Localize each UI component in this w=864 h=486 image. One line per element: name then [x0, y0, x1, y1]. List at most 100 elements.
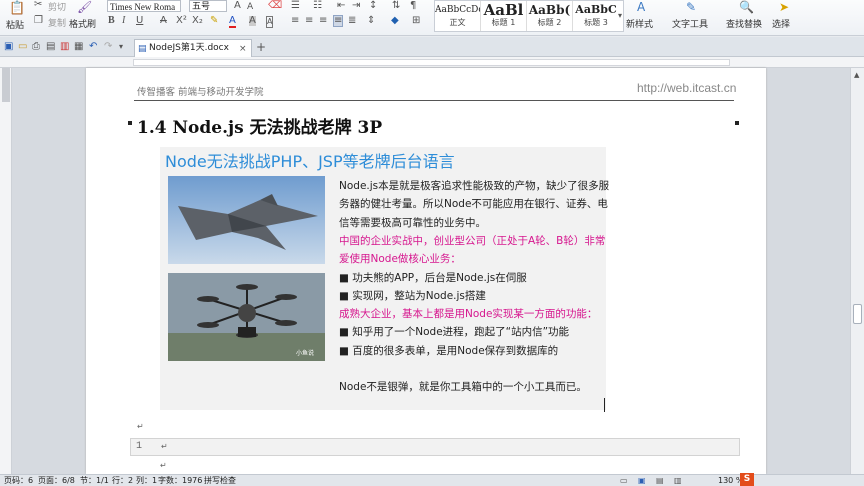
print-preview-icon[interactable]: ▤	[46, 42, 55, 52]
style-normal-label: 正文	[449, 18, 466, 27]
status-spell-check[interactable]: 拼写检查	[204, 475, 236, 486]
open-icon[interactable]: ▭	[18, 42, 27, 52]
scroll-up-icon[interactable]: ▲	[854, 70, 859, 80]
numbered-list-icon[interactable]: ☷	[313, 1, 322, 11]
page-view-icon[interactable]: ▣	[638, 476, 646, 486]
status-page-number[interactable]: 页码：6	[4, 475, 33, 486]
style-heading-3[interactable]: AaBbC 标题 3	[573, 1, 619, 31]
heading-marker	[735, 121, 739, 125]
align-left-icon[interactable]: ≡	[291, 16, 299, 26]
paragraph-mark-2: ↵	[160, 461, 167, 470]
outline-view-icon[interactable]: ▥	[674, 476, 682, 486]
cut-label: 剪切	[48, 3, 67, 13]
sogou-input-icon[interactable]: S	[740, 473, 754, 486]
find-replace-label: 查找替换	[726, 20, 763, 30]
new-style-icon: A	[637, 0, 646, 14]
char-shading-icon[interactable]: A	[249, 16, 256, 26]
align-center-icon[interactable]: ≡	[305, 16, 313, 26]
tab-document-title: NodeJS第1天.docx	[149, 43, 229, 53]
vertical-scrollbar[interactable]: ▲	[850, 68, 864, 474]
code-line-number: 1	[136, 441, 143, 452]
new-style-label: 新样式	[626, 20, 654, 30]
strikethrough-icon[interactable]: A	[160, 16, 167, 26]
bullet-list-icon[interactable]: ☰	[291, 1, 300, 11]
slide-line: Node.js本是就是极客追求性能极致的产物，缺少了很多服	[339, 180, 610, 192]
slide-line: ■ 功夫熊的APP，后台是Node.js在伺服	[339, 271, 527, 284]
line-spacing-icon[interactable]: ↕	[369, 1, 377, 11]
vertical-ruler[interactable]	[0, 68, 12, 486]
style-heading-1[interactable]: AaBl 标题 1	[481, 1, 527, 31]
print-icon[interactable]: ⎙	[32, 42, 40, 52]
code-block[interactable]: 1 ↵	[130, 438, 740, 456]
clear-format-icon[interactable]: ⌫	[268, 1, 282, 11]
format-painter-button[interactable]: 🖌 格式刷	[68, 0, 98, 34]
scroll-thumb[interactable]	[853, 304, 862, 324]
web-view-icon[interactable]: ▤	[656, 476, 664, 486]
header-left-text: 传智播客 前端与移动开发学院	[137, 87, 264, 98]
subscript-icon[interactable]: X₂	[192, 16, 203, 26]
paste-button[interactable]: 📋 粘贴	[2, 0, 30, 34]
highlight-icon[interactable]: ✎	[210, 16, 218, 26]
font-color-icon[interactable]: A	[229, 16, 236, 28]
style-normal[interactable]: AaBbCcDd 正文	[435, 1, 481, 31]
grow-font-icon[interactable]: A	[234, 1, 241, 11]
superscript-icon[interactable]: X²	[176, 16, 187, 26]
style-heading-3-label: 标题 3	[584, 18, 608, 27]
justify-icon[interactable]: ≡	[333, 15, 344, 27]
char-border-icon[interactable]: A	[266, 16, 274, 28]
close-tab-icon[interactable]: ×	[239, 44, 247, 54]
undo-icon[interactable]: ↶	[89, 42, 97, 52]
align-right-icon[interactable]: ≡	[319, 16, 327, 26]
cut-button[interactable]: ✂ 剪切	[34, 0, 70, 13]
shading-fill-icon[interactable]: ◆	[391, 16, 399, 26]
export-pdf-icon[interactable]: ▥	[60, 42, 69, 52]
save-icon[interactable]: ▣	[4, 42, 13, 52]
paste-label: 粘贴	[6, 21, 25, 31]
paste-icon: 📋	[9, 1, 26, 16]
tab-document[interactable]: ▤ NodeJS第1天.docx ×	[134, 39, 252, 57]
underline-icon[interactable]: U	[136, 16, 143, 26]
find-replace-button[interactable]: 🔍 查找替换	[724, 0, 768, 34]
slide-line: ■ 百度的很多表单，是用Node保存到数据库的	[339, 344, 559, 357]
status-bar: 页码：6 页面：6/8 节：1/1 行：2 列：1 字数：1976 拼写检查 ▭…	[0, 473, 864, 486]
select-label: 选择	[772, 20, 791, 30]
text-tools-button[interactable]: ✎ 文字工具	[670, 0, 714, 34]
sort-icon[interactable]: ⇅	[392, 1, 400, 11]
style-heading-3-sample: AaBbC	[575, 3, 617, 16]
reading-view-icon[interactable]: ▭	[620, 476, 628, 486]
style-heading-2-sample: AaBb(	[528, 3, 571, 17]
cursor-mark	[604, 398, 605, 412]
redo-icon[interactable]: ↷	[104, 42, 112, 52]
show-marks-icon[interactable]: ¶	[410, 1, 416, 11]
header-right-text: http://web.itcast.cn	[637, 81, 737, 95]
paragraph-spacing-icon[interactable]: ⇕	[367, 16, 375, 26]
status-pages[interactable]: 页面：6/8	[38, 475, 75, 486]
bold-icon[interactable]: B	[108, 16, 115, 26]
increase-indent-icon[interactable]: ⇥	[352, 1, 360, 11]
shrink-font-icon[interactable]: A	[247, 2, 253, 12]
italic-icon[interactable]: I	[122, 16, 125, 26]
slide-line: 爱使用Node做核心业务：	[339, 253, 461, 266]
font-name-select[interactable]: Times New Roma	[107, 0, 181, 12]
text-tools-icon: ✎	[686, 0, 697, 14]
status-column: 列：1	[136, 476, 158, 485]
select-button[interactable]: ➤ 选择	[770, 0, 798, 34]
style-heading-2[interactable]: AaBb( 标题 2	[527, 1, 573, 31]
document-tab-bar: ▣ ▭ ⎙ ▤ ▥ ▦ ↶ ↷ ▾ ▤ NodeJS第1天.docx × +	[0, 37, 864, 57]
slide-line: 中国的企业实战中，创业型公司（正处于A轮、B轮）非常	[339, 234, 606, 247]
font-size-select[interactable]: 五号	[189, 0, 227, 12]
copy-button[interactable]: ❐ 复制	[34, 15, 70, 30]
borders-icon[interactable]: ⊞	[412, 16, 420, 26]
horizontal-ruler[interactable]	[0, 57, 864, 68]
distribute-icon[interactable]: ≣	[348, 16, 356, 26]
customize-qat-icon[interactable]: ▾	[119, 42, 123, 52]
paragraph-mark: ↵	[137, 422, 144, 431]
status-word-count[interactable]: 字数：1976	[158, 475, 202, 486]
new-style-button[interactable]: A 新样式	[626, 0, 660, 34]
gallery-more-icon[interactable]: ▾	[618, 11, 622, 21]
magnifier-icon: 🔍	[739, 0, 754, 14]
decrease-indent-icon[interactable]: ⇤	[337, 1, 345, 11]
paste-small-icon[interactable]: ▦	[74, 42, 83, 52]
style-gallery: AaBbCcDd 正文 AaBl 标题 1 AaBb( 标题 2 AaBbC 标…	[434, 0, 624, 32]
new-tab-icon[interactable]: +	[256, 41, 266, 53]
